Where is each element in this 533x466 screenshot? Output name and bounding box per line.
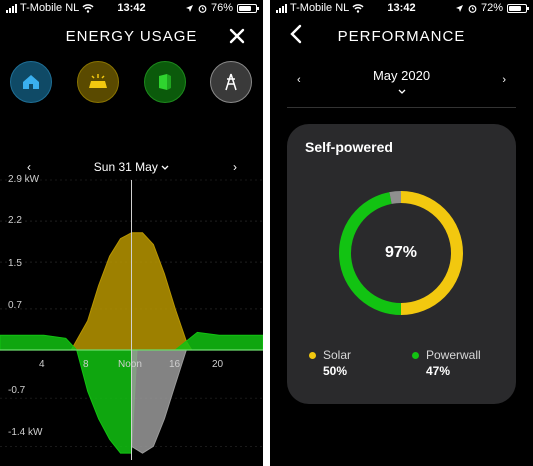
- status-bar: T-Mobile NL 13:42 76%: [0, 0, 263, 17]
- legend-name: Solar: [323, 348, 352, 362]
- solar-panel-icon: [89, 74, 107, 88]
- legend-value: 47%: [426, 364, 451, 378]
- alarm-icon: [468, 4, 477, 13]
- legend-dot: [412, 352, 419, 359]
- legend-dot: [309, 352, 316, 359]
- chevron-down-icon: [161, 165, 169, 170]
- y-tick-label: 0.7: [8, 300, 22, 311]
- powerwall-button[interactable]: [144, 61, 186, 103]
- x-tick-label: 4: [39, 359, 45, 370]
- home-button[interactable]: [10, 61, 52, 103]
- month-label: May 2020: [372, 68, 431, 83]
- month-selector[interactable]: May 2020: [270, 68, 533, 98]
- self-powered-percent: 97%: [384, 244, 418, 261]
- solar-button[interactable]: [77, 61, 119, 103]
- self-powered-card: Self-powered 97% Solar 50% Powerwall 47%: [287, 124, 516, 404]
- location-icon: [455, 4, 463, 12]
- status-bar: T-Mobile NL 13:42 72%: [270, 0, 533, 17]
- card-title: Self-powered: [305, 139, 393, 155]
- location-icon: [185, 4, 193, 12]
- divider: [287, 107, 516, 108]
- energy-usage-screen: T-Mobile NL 13:42 76% ENERGY USAGE ‹ Sun…: [0, 0, 263, 466]
- battery-icon: [507, 3, 529, 13]
- x-tick-label: 8: [83, 359, 89, 370]
- home-icon: [23, 75, 39, 89]
- y-tick-label: 2.2: [8, 215, 22, 226]
- performance-screen: T-Mobile NL 13:42 72% PERFORMANCE ‹ May …: [270, 0, 533, 466]
- grid-button[interactable]: [210, 61, 252, 103]
- next-day-button[interactable]: ›: [233, 160, 237, 174]
- x-tick-label: 20: [212, 359, 224, 370]
- legend-item-powerwall: Powerwall 47%: [412, 348, 481, 378]
- month-navigator: ‹ May 2020 ›: [270, 68, 533, 94]
- powerwall-icon: [159, 74, 171, 90]
- day-label: Sun 31 May: [93, 160, 158, 174]
- x-tick-label: Noon: [118, 359, 142, 370]
- page-title: PERFORMANCE: [337, 28, 466, 45]
- battery-icon: [237, 3, 259, 13]
- grid-tower-icon: [225, 73, 237, 91]
- chevron-down-icon: [398, 89, 405, 94]
- page-title: ENERGY USAGE: [65, 28, 198, 45]
- y-tick-label: -0.7: [8, 385, 26, 396]
- y-tick-label: 1.5: [8, 258, 22, 269]
- day-navigator: ‹ Sun 31 May ›: [0, 160, 263, 176]
- y-tick-label: 2.9 kW: [8, 174, 40, 185]
- alarm-icon: [198, 4, 207, 13]
- legend-value: 50%: [323, 364, 348, 378]
- battery-percent: 72%: [480, 2, 503, 14]
- x-tick-label: 16: [169, 359, 181, 370]
- day-selector[interactable]: Sun 31 May: [0, 160, 263, 174]
- energy-usage-chart: [0, 179, 263, 460]
- y-tick-label: -1.4 kW: [8, 427, 43, 438]
- close-icon: [229, 28, 245, 44]
- legend-item-solar: Solar 50%: [309, 348, 351, 378]
- legend-name: Powerwall: [426, 348, 481, 362]
- close-button[interactable]: [229, 24, 245, 50]
- next-month-button[interactable]: ›: [502, 74, 506, 86]
- battery-percent: 76%: [210, 2, 233, 14]
